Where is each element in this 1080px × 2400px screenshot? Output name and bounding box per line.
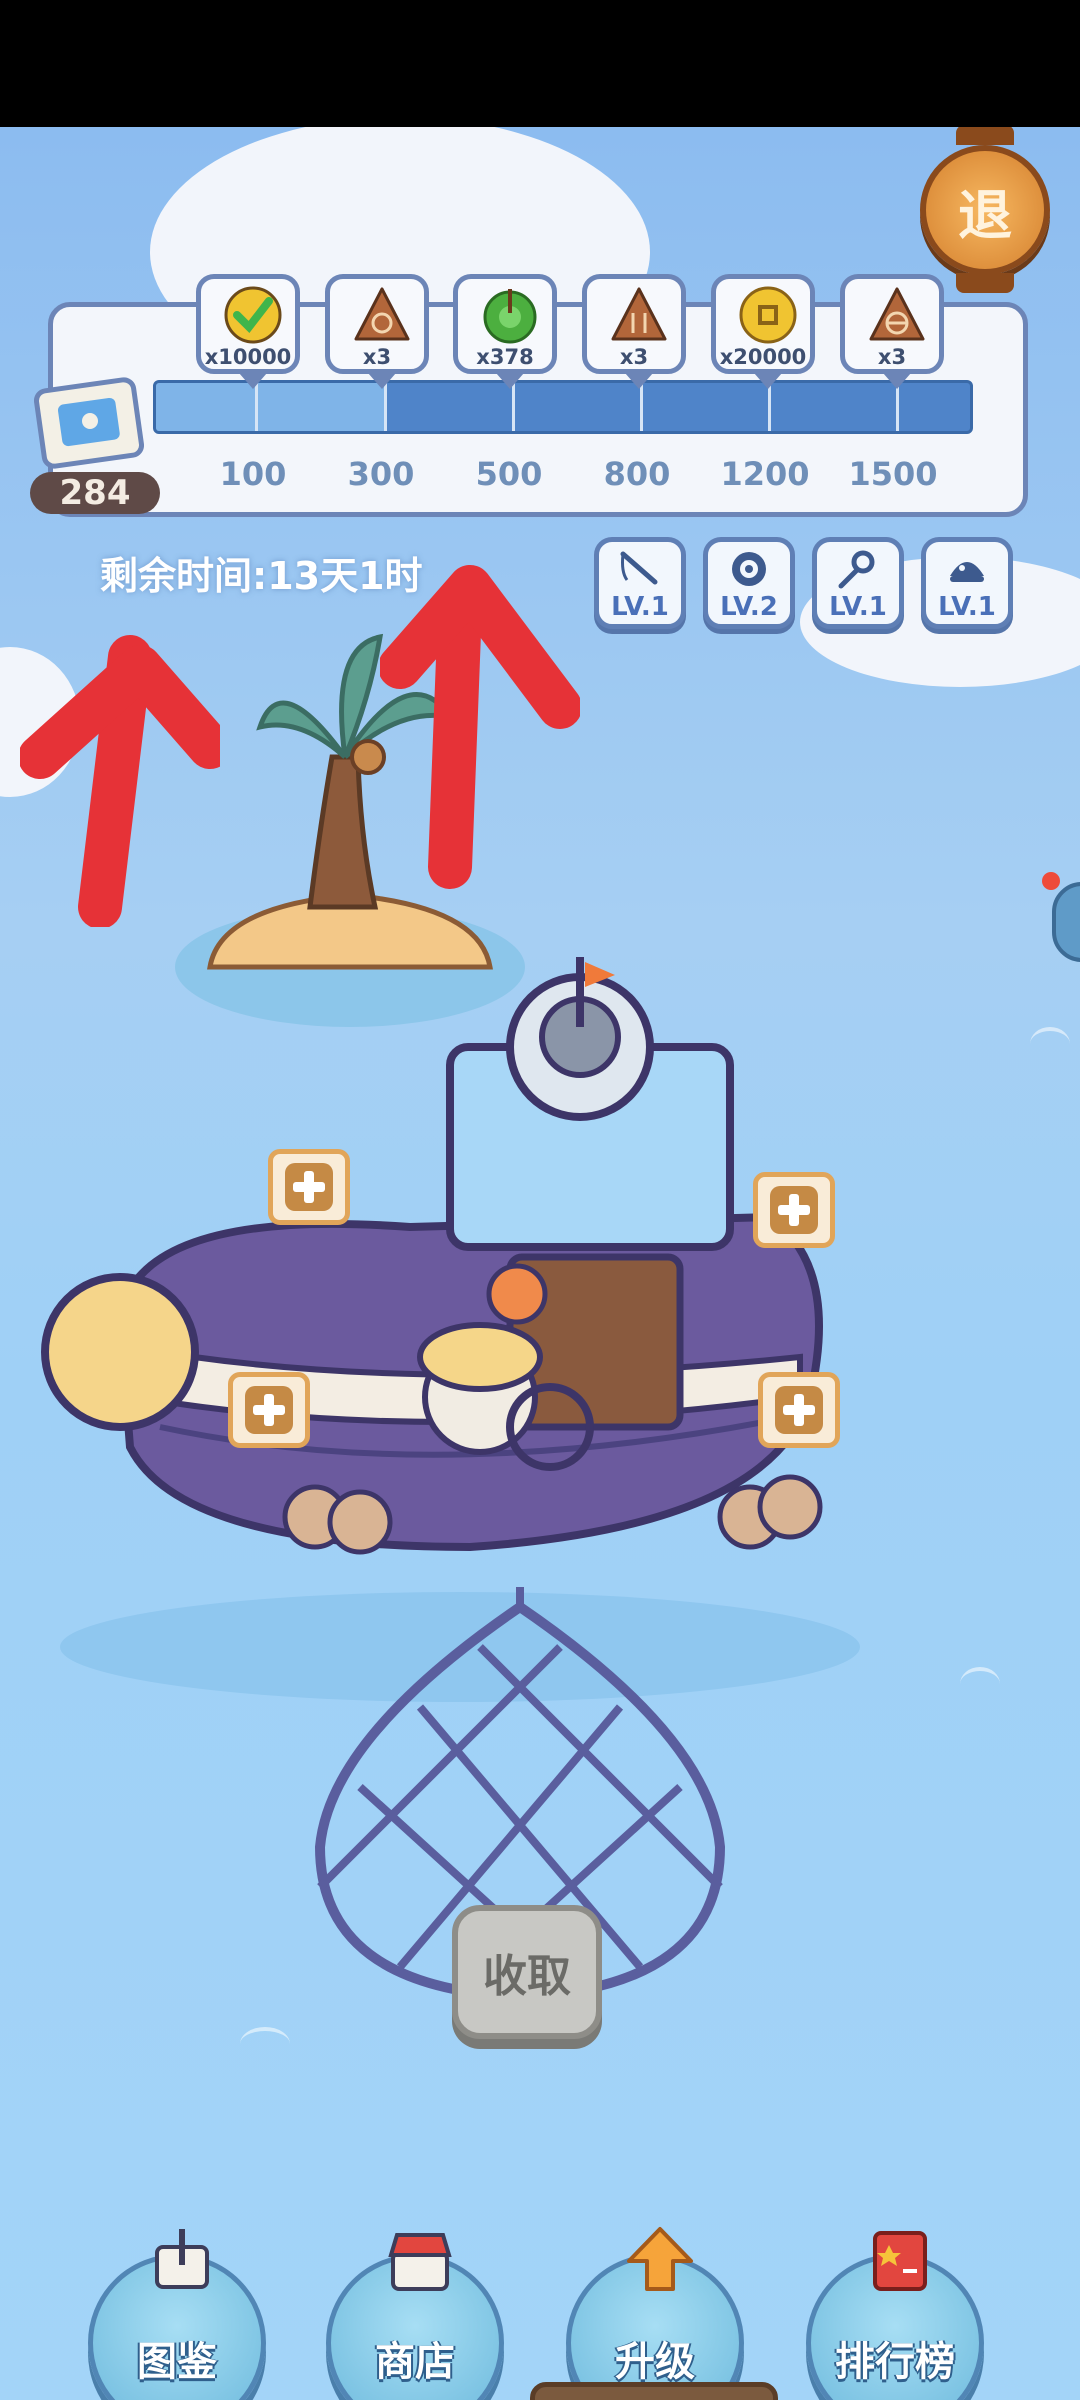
plus-icon	[285, 1163, 333, 1211]
upgrade-bait-level[interactable]: LV.1	[921, 537, 1013, 629]
game-scene: 收取 退 100 300 500 800 1200 1500 x10000 x3…	[0, 127, 1080, 2400]
progress-divider	[896, 383, 899, 431]
side-event-button[interactable]	[1052, 882, 1080, 962]
reward-milestone-4[interactable]: x3	[582, 274, 686, 389]
nav-label: 升级	[615, 2339, 695, 2385]
hook-icon	[838, 550, 875, 589]
nav-upgrade-button[interactable]: 升级	[566, 2227, 744, 2400]
upgrade-reel-level[interactable]: LV.2	[703, 537, 795, 629]
nav-shop-button[interactable]: 商店	[326, 2233, 504, 2400]
reward-quantity: x10000	[204, 345, 292, 369]
reward-quantity: x3	[362, 345, 392, 369]
nav-ranking-button[interactable]: 排行榜	[806, 2231, 984, 2400]
notification-dot	[1042, 872, 1060, 890]
reward-quantity: x3	[619, 345, 649, 369]
brown-shell-icon	[611, 287, 667, 341]
exit-button[interactable]: 退	[920, 127, 1050, 293]
red-arrow-annotation	[20, 635, 220, 927]
currency-value: 630	[630, 2395, 709, 2400]
score-counter: 284	[30, 472, 160, 514]
progress-divider	[512, 383, 515, 431]
red-arrow-annotation	[380, 565, 580, 889]
progress-divider	[384, 383, 387, 431]
book-icon	[155, 2229, 209, 2289]
collect-button[interactable]: 收取	[452, 1905, 602, 2039]
wave	[960, 1667, 1000, 1701]
reward-quantity: x378	[476, 345, 534, 369]
plus-icon	[770, 1186, 818, 1234]
reward-milestone-5[interactable]: x20000	[711, 274, 815, 389]
currency-bar: 630	[530, 2382, 778, 2400]
reward-milestone-2[interactable]: x3	[325, 274, 429, 389]
add-slot-button[interactable]	[228, 1372, 310, 1448]
progress-fill	[156, 383, 384, 431]
upgrade-level-label: LV.1	[611, 592, 669, 622]
progress-divider	[640, 383, 643, 431]
nav-label: 图鉴	[137, 2339, 217, 2385]
milestone-label: 300	[347, 455, 415, 493]
nav-collection-button[interactable]: 图鉴	[88, 2229, 266, 2400]
shop-icon	[388, 2233, 452, 2291]
upgrade-level-label: LV.2	[720, 592, 778, 622]
reward-milestone-1[interactable]: x10000	[196, 274, 300, 389]
ticket-icon	[34, 377, 144, 469]
progress-bar	[153, 380, 973, 434]
milestone-label: 800	[603, 455, 671, 493]
upgrade-rod-level[interactable]: LV.1	[594, 537, 686, 629]
reward-milestone-6[interactable]: x3	[840, 274, 944, 389]
reward-quantity: x3	[877, 345, 907, 369]
nav-label: 商店	[375, 2339, 455, 2385]
milestone-label: 500	[475, 455, 543, 493]
wave	[240, 2027, 290, 2061]
plus-icon	[245, 1386, 293, 1434]
brown-shell-icon	[869, 287, 925, 341]
add-slot-button[interactable]	[758, 1372, 840, 1448]
progress-divider	[768, 383, 771, 431]
bait-icon	[950, 562, 984, 582]
gold-coin-icon	[739, 286, 797, 344]
reel-icon	[732, 552, 766, 586]
ranking-icon	[873, 2231, 927, 2291]
brown-shell-icon	[354, 287, 410, 341]
add-slot-button[interactable]	[268, 1149, 350, 1225]
reward-quantity: x20000	[719, 345, 807, 369]
progress-divider	[255, 383, 258, 431]
green-gem-icon	[483, 289, 537, 344]
add-slot-button[interactable]	[753, 1172, 835, 1248]
plus-icon	[775, 1386, 823, 1434]
wave	[1030, 1027, 1070, 1061]
milestone-label: 100	[219, 455, 287, 493]
upgrade-level-label: LV.1	[829, 592, 887, 622]
reward-milestone-3[interactable]: x378	[453, 274, 557, 389]
milestone-label: 1500	[848, 455, 938, 493]
nav-label: 排行榜	[835, 2339, 955, 2385]
green-check-icon	[224, 286, 282, 344]
upgrade-level-label: LV.1	[938, 592, 996, 622]
fishing-rod-icon	[620, 551, 658, 585]
milestone-label: 1200	[720, 455, 810, 493]
upgrade-arrow-icon	[627, 2227, 693, 2291]
upgrade-hook-level[interactable]: LV.1	[812, 537, 904, 629]
